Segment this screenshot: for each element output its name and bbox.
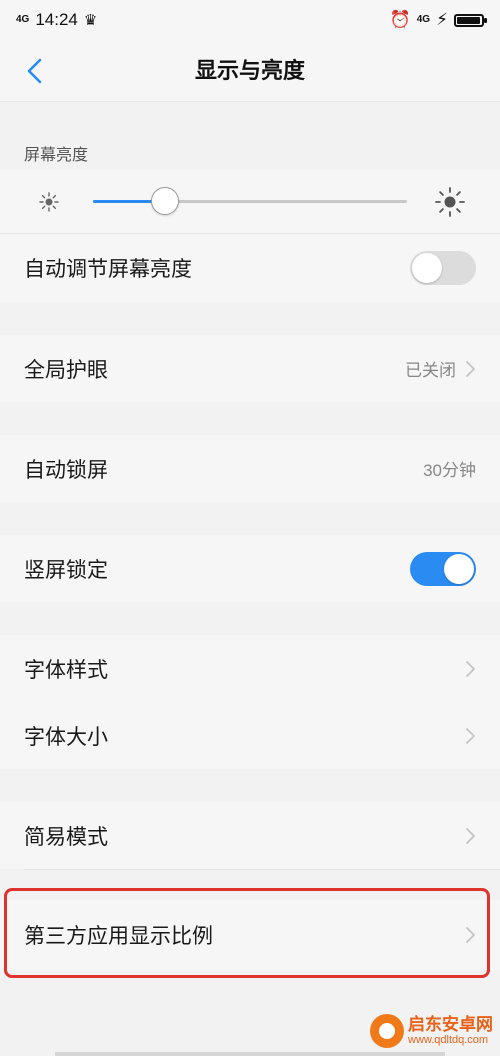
auto-lock-label: 自动锁屏 [24,458,108,482]
chevron-right-icon [466,927,475,943]
bottom-edge [55,1052,445,1056]
crown-icon: ♛ [83,12,98,29]
portrait-lock-toggle[interactable] [410,551,476,586]
status-time: 14:24 [35,10,78,29]
eye-care-value: 已关闭 [405,361,456,380]
font-size-row[interactable]: 字体大小 [0,702,500,769]
eye-care-label: 全局护眼 [24,358,108,382]
chevron-right-icon [466,827,475,844]
eye-care-row[interactable]: 全局护眼 已关闭 [0,335,500,402]
font-style-label: 字体样式 [24,658,108,682]
auto-brightness-toggle[interactable] [410,251,476,285]
divider [24,869,500,870]
brightness-slider-row [0,170,500,234]
chevron-right-icon [466,360,475,377]
battery-icon [454,13,487,27]
page-title: 显示与亮度 [194,58,305,83]
easy-mode-row[interactable]: 简易模式 [0,802,500,869]
sun-large-icon [435,187,465,217]
sun-small-icon [39,192,59,212]
auto-lock-row[interactable]: 自动锁屏 30分钟 [0,435,500,502]
auto-brightness-label: 自动调节屏幕亮度 [24,258,192,281]
status-bar: 4G 14:24 ♛ ⏰ 4G ⚡ [0,0,500,40]
brightness-slider[interactable] [93,187,407,215]
portrait-lock-row[interactable]: 竖屏锁定 [0,535,500,602]
font-size-label: 字体大小 [24,725,108,749]
auto-lock-value: 30分钟 [423,461,476,480]
charging-icon: ⚡ [436,10,448,29]
chevron-right-icon [466,727,475,744]
portrait-lock-label: 竖屏锁定 [24,558,108,582]
page-header: 显示与亮度 [0,40,500,102]
network-indicator: 4G [416,14,431,25]
signal-indicator: 4G [16,14,30,25]
watermark: 启东安卓网 www.qdltdq.com [370,1006,500,1056]
third-party-ratio-label: 第三方应用显示比例 [24,925,213,948]
watermark-url: www.qdltdq.com [408,1034,489,1047]
watermark-title: 启东安卓网 [408,1014,493,1034]
brightness-section-label: 屏幕亮度 [24,147,89,164]
brightness-slider-thumb[interactable] [151,187,180,215]
auto-brightness-row[interactable]: 自动调节屏幕亮度 [0,234,500,302]
font-style-row[interactable]: 字体样式 [0,635,500,702]
alarm-icon: ⏰ [389,10,411,29]
chevron-right-icon [466,660,475,677]
third-party-ratio-row[interactable]: 第三方应用显示比例 [0,900,500,970]
easy-mode-label: 简易模式 [24,825,108,849]
watermark-logo-icon [370,1014,404,1048]
